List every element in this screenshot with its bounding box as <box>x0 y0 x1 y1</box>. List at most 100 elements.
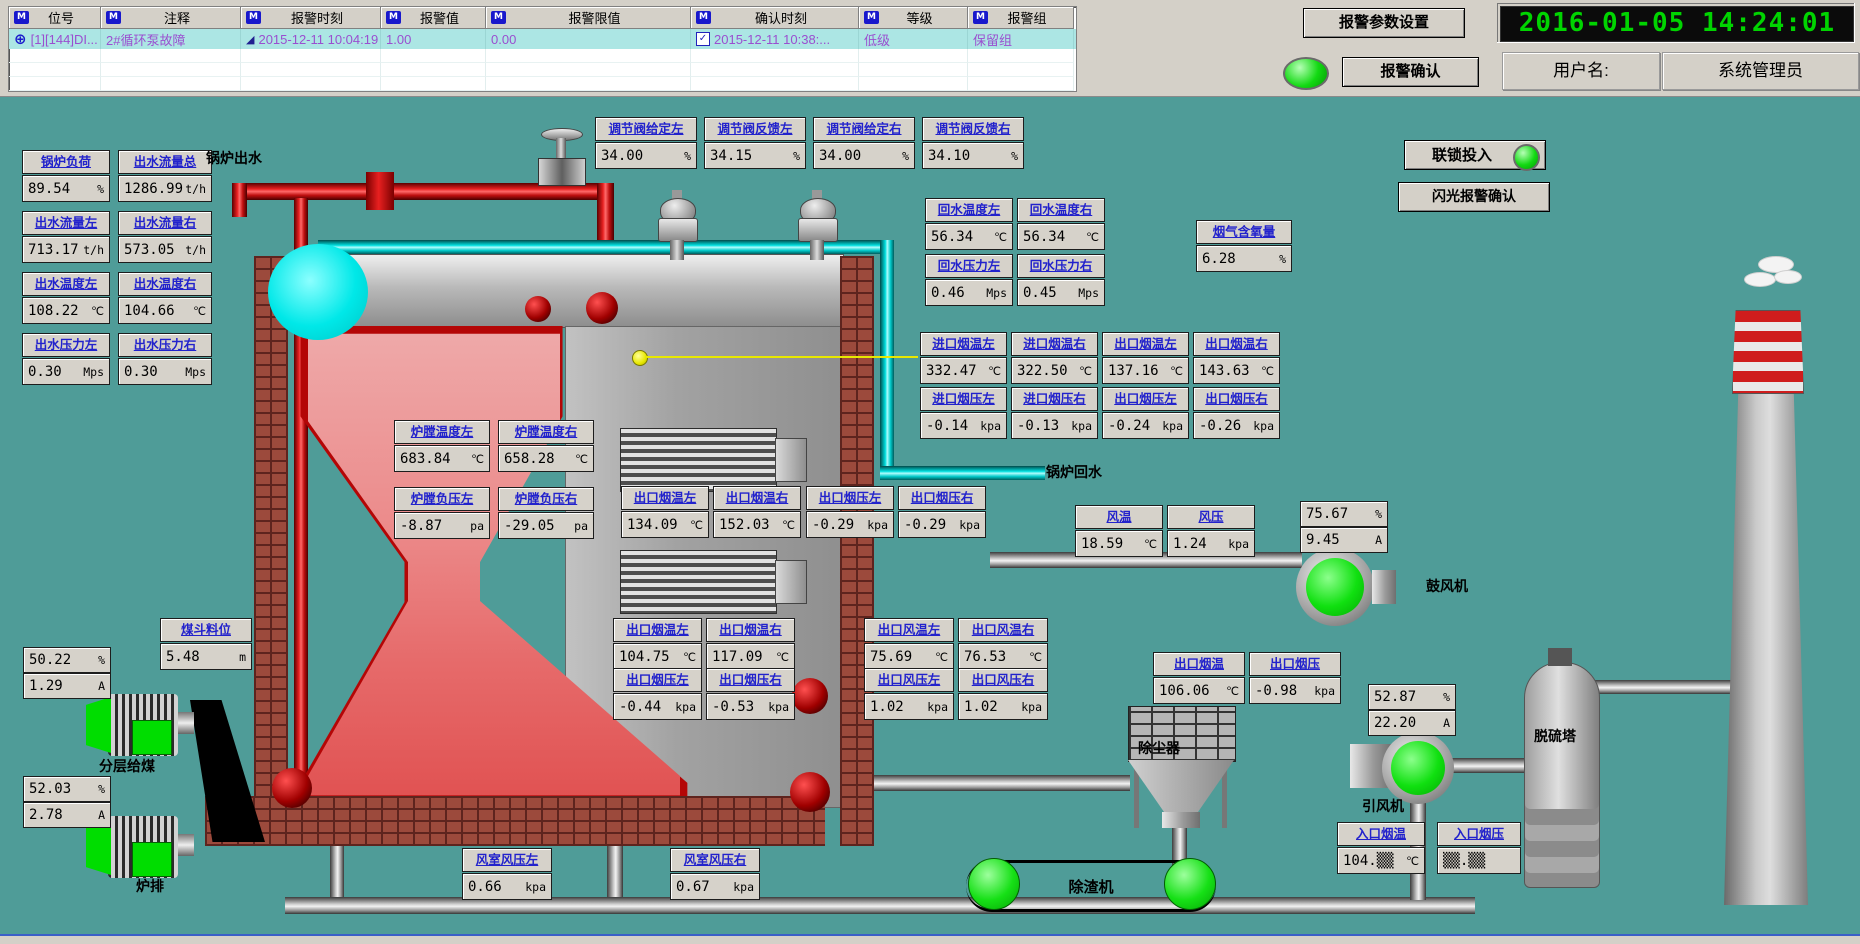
alarm-cell-group: 保留组 <box>968 29 1074 49</box>
meter-value: -0.53kpa <box>706 693 795 720</box>
plant-label-induced-fan: 引风机 <box>1362 796 1404 816</box>
meter-value: 1.29A <box>23 673 111 699</box>
actuator-valve-left[interactable] <box>650 190 704 260</box>
alarm-cell-text: 保留组 <box>973 30 1012 49</box>
flash-alarm-ack-button[interactable]: 闪光报警确认 <box>1398 182 1550 212</box>
meter-value-number: 658.28 <box>504 451 555 467</box>
actuator-valve-right[interactable] <box>790 190 844 260</box>
alarm-column-header[interactable]: M等级 <box>859 7 968 29</box>
meter-coal-level: 煤斗料位5.48m <box>160 618 252 670</box>
coal-feeder-motor[interactable] <box>86 694 198 756</box>
alarm-column-header[interactable]: M报警时刻 <box>241 7 381 29</box>
meter-value: 0.67kpa <box>670 873 760 900</box>
meter-unit: t/h <box>83 243 104 257</box>
meter-value-number: 104.▒▒ <box>1343 853 1394 869</box>
meter-value: 658.28℃ <box>498 445 594 472</box>
meter-unit: ℃ <box>1261 364 1274 378</box>
meter-value-number: 573.05 <box>124 242 175 258</box>
desulfurization-tower[interactable] <box>1524 662 1600 888</box>
meter-in-smoke-temp-left: 进口烟温左332.47℃ <box>920 332 1007 384</box>
alarm-empty-cell <box>241 63 381 77</box>
meter-unit: ℃ <box>193 304 206 318</box>
meter-label: 出口烟温左 <box>1102 332 1189 356</box>
meter-out-smoke-press-left-u: 出口烟压左-0.24kpa <box>1102 387 1189 439</box>
meter-value: ▒▒.▒▒ <box>1437 847 1521 874</box>
meter-out-smoke-press-right-b: 出口烟压右-0.53kpa <box>706 668 795 720</box>
smoke-puff-icon <box>1744 272 1776 287</box>
meter-value-number: -0.53 <box>712 699 754 715</box>
alarm-ack-button[interactable]: 报警确认 <box>1342 57 1479 87</box>
alarm-cell-level: 低级 <box>859 29 968 49</box>
alarm-column-header[interactable]: M报警值 <box>381 7 486 29</box>
alarm-empty-cell <box>486 63 691 77</box>
meter-label: 调节阀给定左 <box>595 117 697 141</box>
meter-label: 出口风压左 <box>864 668 954 692</box>
ack-checkbox-icon[interactable]: ✓ <box>696 32 710 46</box>
alarm-column-header[interactable]: M报警限值 <box>486 7 691 29</box>
gate-valve[interactable] <box>538 128 584 200</box>
alarm-cell-alarm-limit: 0.00 <box>486 29 691 49</box>
alarm-column-header[interactable]: M位号 <box>9 7 101 29</box>
alarm-column-header[interactable]: M确认时刻 <box>691 7 859 29</box>
alarm-row[interactable]: ⊕[1][144]DI...2#循环泵故障◢2015-12-11 10:04:1… <box>9 29 1076 49</box>
meter-value: 9.45A <box>1300 527 1388 553</box>
meter-out-wind-temp-left: 出口风温左75.69℃ <box>864 618 954 670</box>
alarm-empty-cell <box>9 77 101 91</box>
column-filter-icon: M <box>864 11 879 24</box>
meter-value-number: 34.00 <box>819 148 861 164</box>
datetime-display: 2016-01-05 14:24:01 <box>1500 6 1854 42</box>
meter-value: 6.28% <box>1196 245 1292 272</box>
boiler-top-drum <box>288 254 844 328</box>
meter-unit: kpa <box>525 880 546 894</box>
meter-furnace-temp-left: 炉膛温度左683.84℃ <box>394 420 490 472</box>
alarm-settings-button[interactable]: 报警参数设置 <box>1303 8 1465 38</box>
alarm-ack-lamp-icon <box>1283 57 1329 90</box>
meter-out-wind-press-right: 出口风压右1.02kpa <box>958 668 1048 720</box>
alarm-column-header[interactable]: M注释 <box>101 7 241 29</box>
meter-value-number: 713.17 <box>28 242 79 258</box>
meter-label: 出口烟压右 <box>1193 387 1280 411</box>
meter-value: -0.29kpa <box>806 511 894 538</box>
alarm-cell-text: [1][144]DI... <box>31 32 98 47</box>
username-value: 系统管理员 <box>1662 52 1859 90</box>
meter-outtemp-right: 出水温度右104.66℃ <box>118 272 212 324</box>
dual-meter-coal-feeder: 50.22%1.29A <box>23 646 111 699</box>
meter-label: 出水流量右 <box>118 211 212 235</box>
column-filter-icon: M <box>14 11 29 24</box>
meter-o2: 烟气含氧量6.28% <box>1196 220 1292 272</box>
meter-valve-fb-left: 调节阀反馈左34.15% <box>704 117 806 169</box>
meter-value-number: -0.24 <box>1108 418 1150 434</box>
meter-value-number: 18.59 <box>1081 536 1123 552</box>
alarm-summary-table[interactable]: M位号M注释M报警时刻M报警值M报警限值M确认时刻M等级M报警组⊕[1][144… <box>8 6 1077 92</box>
conveyor-wheel-icon <box>1164 858 1216 910</box>
interlock-button[interactable]: 联锁投入 <box>1404 140 1546 170</box>
meter-outflow-right: 出水流量右573.05t/h <box>118 211 212 263</box>
dual-meter-grate: 52.03%2.78A <box>23 775 111 828</box>
blower-outlet <box>1372 570 1396 604</box>
meter-label: 出水流量左 <box>22 211 110 235</box>
meter-unit: kpa <box>1228 537 1249 551</box>
column-filter-icon: M <box>246 11 261 24</box>
meter-outpress-left: 出水压力左0.30Mps <box>22 333 110 385</box>
meter-value: 1.02kpa <box>958 693 1048 720</box>
meter-label: 出口烟压左 <box>1102 387 1189 411</box>
username-label: 用户名: <box>1502 52 1660 90</box>
smoke-puff-icon <box>1774 270 1802 284</box>
meter-value: 137.16℃ <box>1102 357 1189 384</box>
pipe-flange <box>366 172 394 210</box>
meter-value-number: 683.84 <box>400 451 451 467</box>
meter-unit: % <box>902 149 909 163</box>
meter-out-smoke-press-left-b: 出口烟压左-0.44kpa <box>613 668 702 720</box>
conveyor-wheel-icon <box>968 858 1020 910</box>
meter-value: 34.10% <box>922 142 1024 169</box>
meter-value: 56.34℃ <box>1017 223 1105 250</box>
top-bar: M位号M注释M报警时刻M报警值M报警限值M确认时刻M等级M报警组⊕[1][144… <box>0 0 1860 97</box>
meter-value-number: 34.10 <box>928 148 970 164</box>
meter-unit: Mps <box>986 286 1007 300</box>
meter-value: -0.29kpa <box>898 511 986 538</box>
meter-unit: kpa <box>959 518 980 532</box>
alarm-column-header[interactable]: M报警组 <box>968 7 1074 29</box>
dual-meter-fan: 52.87%22.20A <box>1368 683 1456 736</box>
tube-bundle-upper <box>620 428 777 492</box>
alarm-empty-cell <box>968 49 1074 63</box>
